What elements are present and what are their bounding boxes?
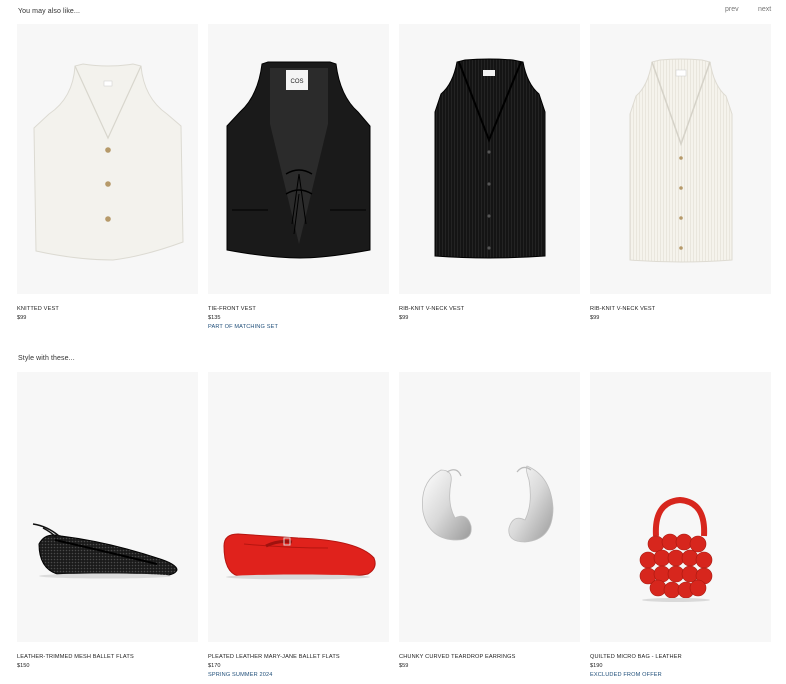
cream-rib-knit-vest-image bbox=[629, 58, 733, 263]
section-title-style-with-these: Style with these... bbox=[18, 355, 75, 362]
brand-label-text: COS bbox=[290, 79, 303, 85]
product-name[interactable]: KNITTED VEST bbox=[17, 306, 59, 312]
product-image[interactable] bbox=[17, 372, 198, 642]
product-image[interactable]: COS bbox=[208, 24, 389, 294]
red-mary-jane-image bbox=[223, 533, 376, 580]
product-name[interactable]: CHUNKY CURVED TEARDROP EARRINGS bbox=[399, 654, 515, 660]
product-image[interactable] bbox=[208, 372, 389, 642]
product-image[interactable] bbox=[399, 24, 580, 294]
silver-earrings-image bbox=[422, 465, 554, 543]
black-tie-front-vest-image: COS bbox=[226, 61, 371, 259]
product-price: $135 bbox=[208, 315, 221, 321]
product-price: $59 bbox=[399, 663, 409, 669]
prev-button[interactable]: prev bbox=[725, 6, 739, 13]
product-price: $99 bbox=[17, 315, 27, 321]
product-image[interactable] bbox=[17, 24, 198, 294]
product-price: $99 bbox=[399, 315, 409, 321]
next-button[interactable]: next bbox=[758, 6, 771, 13]
black-mesh-flat-image bbox=[32, 523, 178, 579]
product-name[interactable]: LEATHER-TRIMMED MESH BALLET FLATS bbox=[17, 654, 134, 660]
product-tag[interactable]: EXCLUDED FROM OFFER bbox=[590, 672, 662, 678]
section-title-you-may-also-like: You may also like... bbox=[18, 8, 81, 15]
product-name[interactable]: RIB-KNIT V-NECK VEST bbox=[399, 306, 464, 312]
product-price: $99 bbox=[590, 315, 600, 321]
product-price: $170 bbox=[208, 663, 221, 669]
black-rib-knit-vest-image bbox=[434, 58, 546, 259]
product-image[interactable] bbox=[590, 24, 771, 294]
product-price: $190 bbox=[590, 663, 603, 669]
product-image[interactable] bbox=[590, 372, 771, 642]
product-price: $150 bbox=[17, 663, 30, 669]
product-tag[interactable]: SPRING SUMMER 2024 bbox=[208, 672, 273, 678]
product-name[interactable]: TIE-FRONT VEST bbox=[208, 306, 256, 312]
red-quilted-bag-image bbox=[639, 496, 713, 602]
product-name[interactable]: RIB-KNIT V-NECK VEST bbox=[590, 306, 655, 312]
product-name[interactable]: PLEATED LEATHER MARY-JANE BALLET FLATS bbox=[208, 654, 340, 660]
product-image[interactable] bbox=[399, 372, 580, 642]
white-button-vest-image bbox=[33, 63, 184, 261]
product-name[interactable]: QUILTED MICRO BAG - LEATHER bbox=[590, 654, 682, 660]
product-tag[interactable]: PART OF MATCHING SET bbox=[208, 324, 278, 330]
